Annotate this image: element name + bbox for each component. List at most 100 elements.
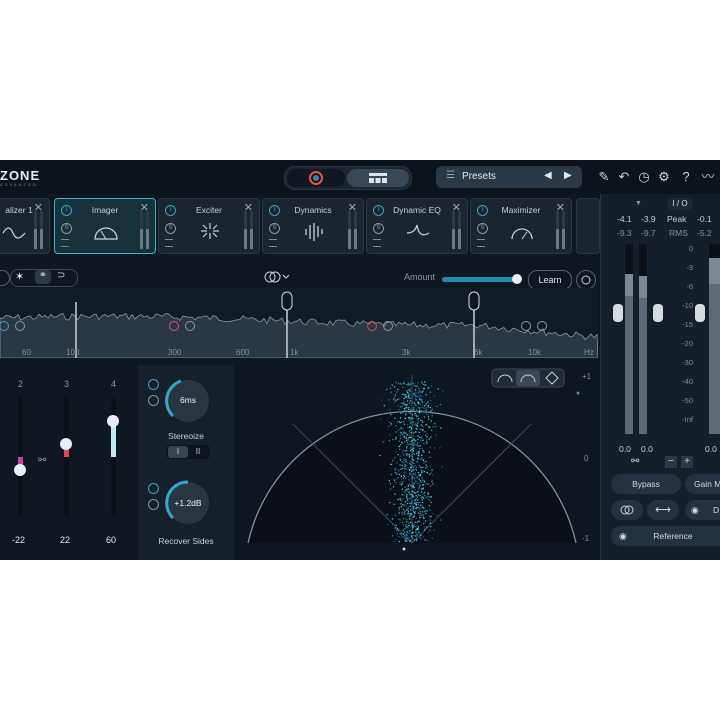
output-meter — [709, 244, 720, 434]
imager-mode-group[interactable]: ✶ ⚭ ⊃ — [10, 269, 78, 287]
solo-icon[interactable]: S — [165, 223, 176, 234]
recover-solo-icon[interactable] — [148, 499, 159, 510]
crossover-handle-2[interactable] — [281, 291, 293, 311]
history-icon[interactable]: ◷ — [636, 169, 652, 185]
stereoize-solo-icon[interactable] — [148, 395, 159, 406]
input-meter-left — [625, 244, 633, 434]
presets-bar[interactable]: ☰ Presets ◀ ▶ — [436, 166, 582, 188]
modules-view-button[interactable] — [347, 169, 409, 187]
assistant-view-button[interactable] — [287, 169, 345, 187]
input-rms-right: -9.7 — [641, 228, 656, 238]
module-imager[interactable]: I S Imager ✕ — [54, 198, 156, 254]
stereoize-power-icon[interactable] — [148, 379, 159, 390]
undo-icon[interactable]: ↶ — [616, 169, 632, 185]
recover-value: +1.2dB — [174, 498, 202, 508]
band-number: 3 — [64, 379, 70, 389]
pencil-icon[interactable]: ✎ — [596, 169, 612, 185]
flow-icon[interactable]: ⊃ — [57, 270, 65, 281]
power-icon: ◉ — [691, 505, 699, 515]
band-4-value: 60 — [106, 535, 117, 545]
list-icon — [61, 239, 69, 247]
vectorscope — [236, 365, 598, 560]
band-4-slider-handle[interactable] — [107, 415, 119, 427]
preset-prev-icon[interactable]: ◀ — [544, 170, 552, 181]
amount-slider[interactable] — [442, 277, 518, 282]
mode-2-button[interactable]: II — [188, 446, 208, 458]
band-mode-button[interactable] — [0, 270, 10, 286]
reference-button[interactable]: ◉ Reference — [611, 526, 720, 546]
view-toggle[interactable] — [284, 166, 412, 190]
signal-icon[interactable]: 〰 — [700, 169, 716, 185]
help-icon[interactable]: ? — [678, 169, 694, 185]
freq-label: 3k — [402, 348, 411, 357]
input-gain-handle-right[interactable] — [653, 304, 663, 322]
gain-match-button[interactable]: Gain Ma — [685, 474, 720, 494]
spectrum-display[interactable] — [0, 288, 598, 358]
band-2-value: -22 — [12, 535, 26, 545]
peak-label: Peak — [667, 214, 687, 224]
band-2-width-slider[interactable] — [18, 397, 23, 517]
amount-slider-handle[interactable] — [512, 274, 522, 284]
vectorscope-mode-buttons[interactable] — [491, 368, 565, 388]
io-toggle[interactable]: I / O — [667, 198, 693, 210]
link-icon[interactable]: ⚯ — [38, 455, 46, 466]
plus-icon[interactable]: + — [681, 456, 693, 468]
meter-scale-label: -15 — [682, 320, 693, 329]
module-exciter[interactable]: I S Exciter ✕ — [158, 198, 260, 254]
output-peak: -0.1 — [697, 214, 712, 224]
output-gain-handle[interactable] — [695, 304, 705, 322]
add-module-slot[interactable] — [576, 198, 600, 254]
module-dynamic-eq[interactable]: I S Dynamic EQ ✕ — [366, 198, 468, 254]
person-icon[interactable]: ✶ — [15, 270, 24, 283]
swap-channels-button[interactable]: ⟷ — [647, 500, 679, 520]
module-maximizer[interactable]: I S Maximizer ✕ — [470, 198, 572, 254]
link-bands-icon[interactable]: ⚭ — [35, 270, 51, 284]
band-2-slider-handle[interactable] — [14, 464, 26, 477]
presets-label: Presets — [462, 171, 496, 182]
freq-label: 300 — [168, 348, 182, 357]
freq-label: 600 — [236, 348, 250, 357]
list-icon — [373, 239, 381, 247]
collapse-icon[interactable]: ▼ — [635, 200, 642, 207]
eq-curve-icon — [2, 227, 26, 239]
refresh-icon — [581, 275, 591, 285]
band-3-width-slider[interactable] — [64, 397, 69, 517]
dynamic-eq-icon — [406, 224, 430, 236]
meter-scale-label: -6 — [686, 282, 693, 291]
recover-power-icon[interactable] — [148, 483, 159, 494]
freq-label: 6k — [474, 348, 483, 357]
input-peak-left: -4.1 — [617, 214, 632, 224]
exciter-icon — [201, 223, 219, 239]
freq-label: Hz — [584, 348, 594, 357]
solo-icon[interactable]: S — [269, 223, 280, 234]
band-number: 4 — [111, 379, 117, 389]
minus-icon[interactable]: − — [665, 456, 677, 468]
listen-button[interactable] — [576, 270, 596, 290]
module-dynamics[interactable]: I S Dynamics ✕ — [262, 198, 364, 254]
gear-icon[interactable]: ⚙ — [656, 169, 672, 185]
link-icon[interactable]: ⚯ — [631, 456, 639, 467]
bypass-button[interactable]: Bypass — [611, 474, 681, 494]
rings-icon — [620, 505, 634, 515]
solo-icon[interactable]: S — [477, 223, 488, 234]
stereoize-mode-toggle[interactable]: I II — [166, 445, 210, 459]
stereo-link-dropdown[interactable] — [262, 269, 292, 285]
input-gain-handle[interactable] — [613, 304, 623, 322]
meter-scale-label: -30 — [682, 358, 693, 367]
solo-icon[interactable]: S — [61, 223, 72, 234]
meter-scale: 0 -3 -6 -10 -15 -20 -30 -40 -50 -Inf — [669, 244, 693, 434]
assistant-icon — [309, 171, 323, 185]
mode-1-button[interactable]: I — [168, 446, 188, 458]
crossover-handle-3[interactable] — [468, 291, 480, 311]
preset-next-icon[interactable]: ▶ — [564, 170, 572, 181]
freq-label: 100 — [66, 348, 80, 357]
module-equalizer[interactable]: alizer 1 ✕ — [0, 198, 50, 254]
dither-button[interactable]: ◉ D — [685, 500, 720, 520]
io-meter-panel: I / O ▼ -4.1 -3.9 Peak -0.1 -9.3 -9.7 RM… — [600, 194, 720, 560]
band-3-slider-handle[interactable] — [60, 437, 72, 450]
learn-button[interactable]: Learn — [528, 270, 572, 290]
mono-button[interactable] — [611, 500, 643, 520]
freq-label: 10k — [528, 348, 541, 357]
input-rms-left: -9.3 — [617, 228, 632, 238]
solo-icon[interactable]: S — [373, 223, 384, 234]
